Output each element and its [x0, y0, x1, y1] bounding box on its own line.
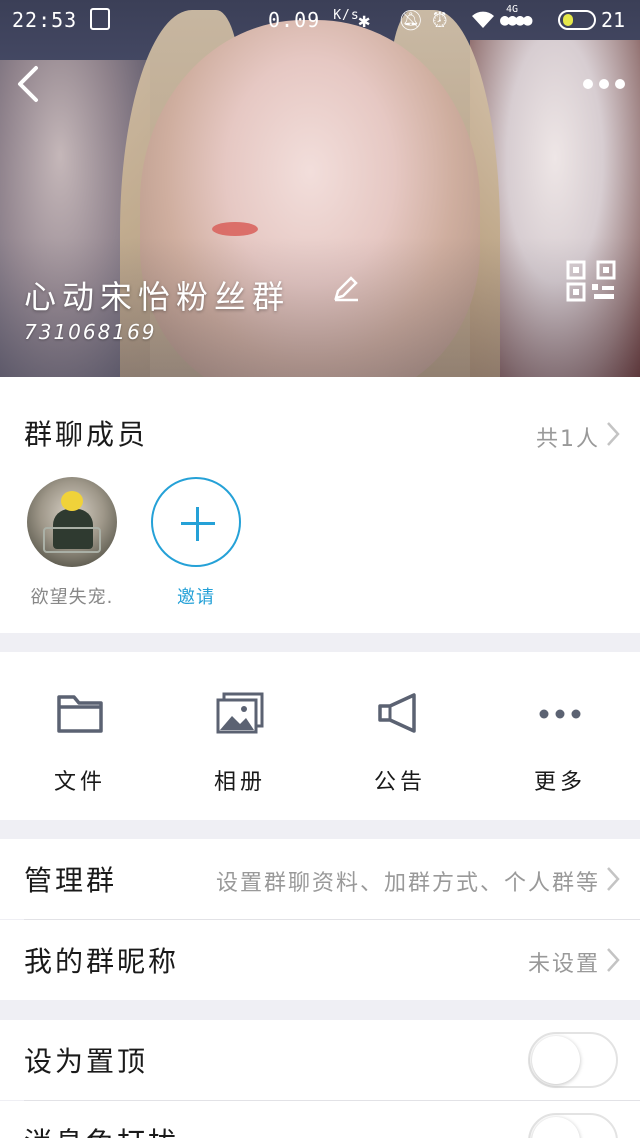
member-count[interactable]: 共1人 [536, 421, 600, 453]
invite-button[interactable]: 邀请 [146, 477, 246, 609]
feature-files[interactable]: 文件 [10, 692, 150, 796]
my-nickname-value: 未设置 [527, 952, 600, 977]
plus-icon[interactable] [151, 477, 241, 567]
mute-bell-icon: 🔕︎ [398, 8, 424, 32]
chevron-left-icon[interactable] [14, 64, 44, 104]
qr-code-icon[interactable] [566, 260, 618, 302]
manage-group-label: 管理群 [24, 864, 118, 897]
pin-to-top-label: 设为置顶 [24, 1045, 149, 1078]
more-dots-icon [539, 709, 581, 719]
invite-label: 邀请 [177, 587, 215, 608]
alarm-icon: ⏰︎ [432, 8, 448, 32]
feature-grid: 文件 相册 公告 更多 [0, 652, 640, 820]
status-bar: 22:53 0.09 K/s ✱ 🔕︎ ⏰︎ 4G ●●●● 21 [0, 0, 640, 40]
battery-icon [558, 10, 596, 30]
member-item[interactable]: 欲望失宠. [22, 477, 122, 609]
megaphone-icon [378, 693, 416, 733]
do-not-disturb-toggle[interactable] [528, 1113, 618, 1138]
chevron-right-icon [607, 948, 620, 972]
signal-icon: ●●●● [500, 10, 533, 29]
do-not-disturb-row: 消息免打扰 [0, 1101, 640, 1138]
folder-icon [57, 695, 103, 733]
app-notification-icon [90, 8, 110, 30]
my-nickname-row[interactable]: 我的群昵称 未设置 [0, 920, 640, 1000]
do-not-disturb-label: 消息免打扰 [24, 1121, 179, 1138]
feature-album[interactable]: 相册 [170, 692, 310, 796]
network-speed: 0.09 K/s [268, 8, 360, 32]
album-icon [216, 692, 264, 734]
bluetooth-icon: ✱ [358, 8, 371, 32]
battery-level: 21 [601, 8, 626, 32]
feature-announcement[interactable]: 公告 [330, 692, 470, 796]
pin-to-top-row: 设为置顶 [0, 1020, 640, 1100]
member-name: 欲望失宠. [30, 587, 114, 608]
members-section: 群聊成员 共1人 欲望失宠. 邀请 [0, 377, 640, 633]
avatar[interactable] [27, 477, 117, 567]
manage-group-detail: 设置群聊资料、加群方式、个人群等 [215, 871, 600, 896]
manage-group-row[interactable]: 管理群 设置群聊资料、加群方式、个人群等 [0, 839, 640, 919]
group-banner: 22:53 0.09 K/s ✱ 🔕︎ ⏰︎ 4G ●●●● 21 心动宋怡粉丝… [0, 0, 640, 377]
pencil-icon[interactable] [332, 274, 360, 302]
chevron-right-icon [607, 867, 620, 891]
group-name: 心动宋怡粉丝群 [24, 278, 291, 316]
members-title: 群聊成员 [24, 418, 149, 451]
status-time: 22:53 [12, 8, 78, 32]
more-dots-icon[interactable] [582, 74, 626, 94]
my-nickname-label: 我的群昵称 [24, 945, 180, 978]
chevron-right-icon[interactable] [606, 421, 620, 447]
wifi-icon [472, 11, 494, 28]
pin-to-top-toggle[interactable] [528, 1032, 618, 1088]
feature-more[interactable]: 更多 [490, 692, 630, 796]
group-id: 731068169 [24, 320, 157, 344]
